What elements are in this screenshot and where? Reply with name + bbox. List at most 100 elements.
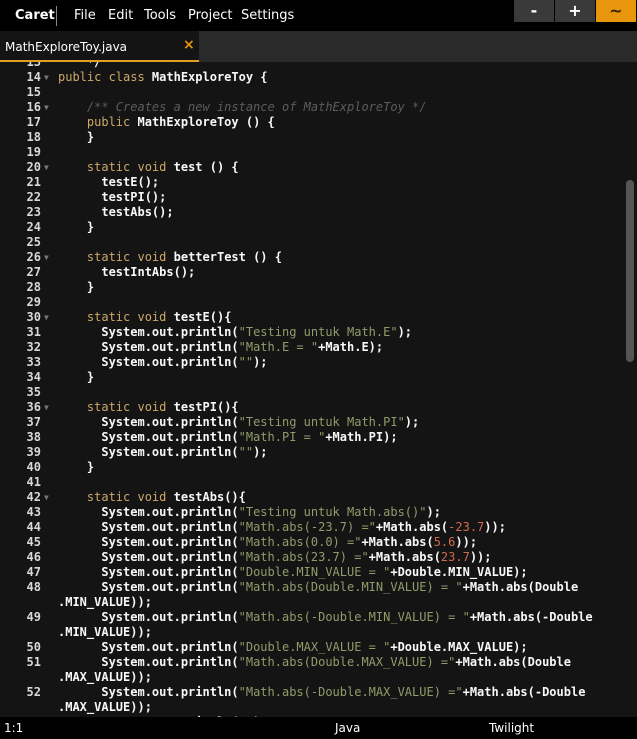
code-text: System.out.println("");: [58, 445, 268, 459]
line-number: 37: [26, 415, 41, 429]
code-line[interactable]: 33 System.out.println("");: [0, 355, 637, 370]
code-line[interactable]: 16 ▼ /** Creates a new instance of MathEx…: [0, 100, 637, 115]
wrapped-code-text: .MAX_VALUE));: [58, 670, 152, 684]
code-line[interactable]: 42 ▼ static void testAbs(){: [0, 490, 637, 505]
minimize-button[interactable]: -: [514, 0, 554, 22]
app-name[interactable]: Caret: [15, 8, 55, 23]
code-line[interactable]: 13 */: [0, 62, 637, 70]
code-line[interactable]: 46 System.out.println("Math.abs(23.7) ="…: [0, 550, 637, 565]
code-text: /** Creates a new instance of MathExplor…: [86, 100, 427, 114]
code-text: testIntAbs();: [58, 265, 196, 279]
line-number: 15: [26, 85, 41, 99]
line-number: 26: [26, 250, 41, 264]
code-line[interactable]: 23 testAbs();: [0, 205, 637, 220]
line-number: 21: [26, 175, 41, 189]
code-text: System.out.println("Math.abs(-23.7) ="+M…: [58, 520, 506, 534]
cursor-position: 1:1: [4, 721, 24, 735]
code-line[interactable]: 52 System.out.println("Math.abs(-Double.…: [0, 685, 637, 700]
line-number: 49: [26, 610, 41, 624]
code-text: System.out.println("Math.abs(-Double.MAX…: [58, 685, 586, 699]
line-number: 33: [26, 355, 41, 369]
code-line-wrap[interactable]: .MAX_VALUE));: [0, 700, 637, 715]
code-text: static void betterTest () {: [86, 250, 282, 264]
menu-tools[interactable]: Tools: [144, 8, 176, 23]
code-line-wrap[interactable]: .MIN_VALUE));: [0, 625, 637, 640]
menu-bar: Caret File Edit Tools Project Settings -…: [0, 0, 637, 31]
code-line[interactable]: 30 ▼ static void testE(){: [0, 310, 637, 325]
code-line[interactable]: 24 }: [0, 220, 637, 235]
code-line-wrap[interactable]: .MAX_VALUE));: [0, 670, 637, 685]
code-line[interactable]: 41: [0, 475, 637, 490]
vertical-scrollbar[interactable]: [626, 180, 634, 362]
fold-arrow-icon[interactable]: ▼: [44, 310, 49, 325]
code-line[interactable]: 51 System.out.println("Math.abs(Double.M…: [0, 655, 637, 670]
code-line-wrap[interactable]: .MIN_VALUE));: [0, 595, 637, 610]
code-text: System.out.println("Double.MIN_VALUE = "…: [58, 565, 528, 579]
code-text: System.out.println("Math.abs(0.0) ="+Mat…: [58, 535, 478, 549]
code-line[interactable]: 26 ▼ static void betterTest () {: [0, 250, 637, 265]
code-editor[interactable]: 13 */14 ▼ public class MathExploreToy {15 1…: [0, 62, 637, 717]
line-number: 46: [26, 550, 41, 564]
status-bar: 1:1 Java Twilight: [0, 717, 637, 739]
maximize-button[interactable]: +: [555, 0, 595, 22]
code-line[interactable]: 39 System.out.println("");: [0, 445, 637, 460]
code-line[interactable]: 15: [0, 85, 637, 100]
code-line[interactable]: 34 }: [0, 370, 637, 385]
fold-arrow-icon[interactable]: ▼: [44, 490, 49, 505]
wrapped-code-text: .MIN_VALUE));: [58, 625, 152, 639]
code-line[interactable]: 22 testPI();: [0, 190, 637, 205]
code-line[interactable]: 36 ▼ static void testPI(){: [0, 400, 637, 415]
code-text: System.out.println("Testing untuk Math.E…: [58, 325, 413, 339]
menu-project[interactable]: Project: [188, 8, 232, 23]
code-line[interactable]: 47 System.out.println("Double.MIN_VALUE …: [0, 565, 637, 580]
code-line[interactable]: 35: [0, 385, 637, 400]
code-line[interactable]: 18 }: [0, 130, 637, 145]
wrapped-code-text: .MIN_VALUE));: [58, 595, 152, 609]
code-line[interactable]: 14 ▼ public class MathExploreToy {: [0, 70, 637, 85]
line-number: 30: [26, 310, 41, 324]
tab-mathexploretoy[interactable]: MathExploreToy.java ×: [0, 31, 199, 62]
fold-arrow-icon[interactable]: ▼: [44, 70, 49, 85]
code-line[interactable]: 50 System.out.println("Double.MAX_VALUE …: [0, 640, 637, 655]
fold-arrow-icon[interactable]: ▼: [44, 100, 49, 115]
close-icon[interactable]: ×: [183, 37, 195, 53]
code-line[interactable]: 19: [0, 145, 637, 160]
code-line[interactable]: 45 System.out.println("Math.abs(0.0) ="+…: [0, 535, 637, 550]
code-line[interactable]: 31 System.out.println("Testing untuk Mat…: [0, 325, 637, 340]
code-text: System.out.println("Math.abs(23.7) ="+Ma…: [58, 550, 492, 564]
code-line[interactable]: 49 System.out.println("Math.abs(-Double.…: [0, 610, 637, 625]
code-line[interactable]: 17 public MathExploreToy () {: [0, 115, 637, 130]
code-line[interactable]: 44 System.out.println("Math.abs(-23.7) =…: [0, 520, 637, 535]
code-line[interactable]: 48 System.out.println("Math.abs(Double.M…: [0, 580, 637, 595]
code-line[interactable]: 25: [0, 235, 637, 250]
code-text: System.out.println("Testing untuk Math.P…: [58, 415, 420, 429]
code-text: System.out.println("Math.PI = "+Math.PI)…: [58, 430, 398, 444]
code-line[interactable]: 21 testE();: [0, 175, 637, 190]
line-number: 47: [26, 565, 41, 579]
menu-file[interactable]: File: [74, 8, 96, 23]
menu-edit[interactable]: Edit: [108, 8, 133, 23]
code-text: }: [58, 220, 95, 234]
more-button[interactable]: ~: [596, 0, 636, 22]
code-line[interactable]: 20 ▼ static void test () {: [0, 160, 637, 175]
code-line[interactable]: 38 System.out.println("Math.PI = "+Math.…: [0, 430, 637, 445]
code-text: public MathExploreToy () {: [86, 115, 275, 129]
line-number: 14: [26, 70, 41, 84]
theme-name[interactable]: Twilight: [489, 721, 534, 735]
code-text: System.out.println("Double.MAX_VALUE = "…: [58, 640, 528, 654]
code-line[interactable]: 28 }: [0, 280, 637, 295]
code-line[interactable]: 37 System.out.println("Testing untuk Mat…: [0, 415, 637, 430]
line-number: 18: [26, 130, 41, 144]
fold-arrow-icon[interactable]: ▼: [44, 160, 49, 175]
language-mode[interactable]: Java: [335, 721, 360, 735]
code-line[interactable]: 40 }: [0, 460, 637, 475]
tab-label: MathExploreToy.java: [5, 40, 128, 54]
code-line[interactable]: 29: [0, 295, 637, 310]
menu-settings[interactable]: Settings: [241, 8, 294, 23]
code-line[interactable]: 43 System.out.println("Testing untuk Mat…: [0, 505, 637, 520]
fold-arrow-icon[interactable]: ▼: [44, 250, 49, 265]
code-line[interactable]: 32 System.out.println("Math.E = "+Math.E…: [0, 340, 637, 355]
line-number: 52: [26, 685, 41, 699]
code-line[interactable]: 27 testIntAbs();: [0, 265, 637, 280]
fold-arrow-icon[interactable]: ▼: [44, 400, 49, 415]
